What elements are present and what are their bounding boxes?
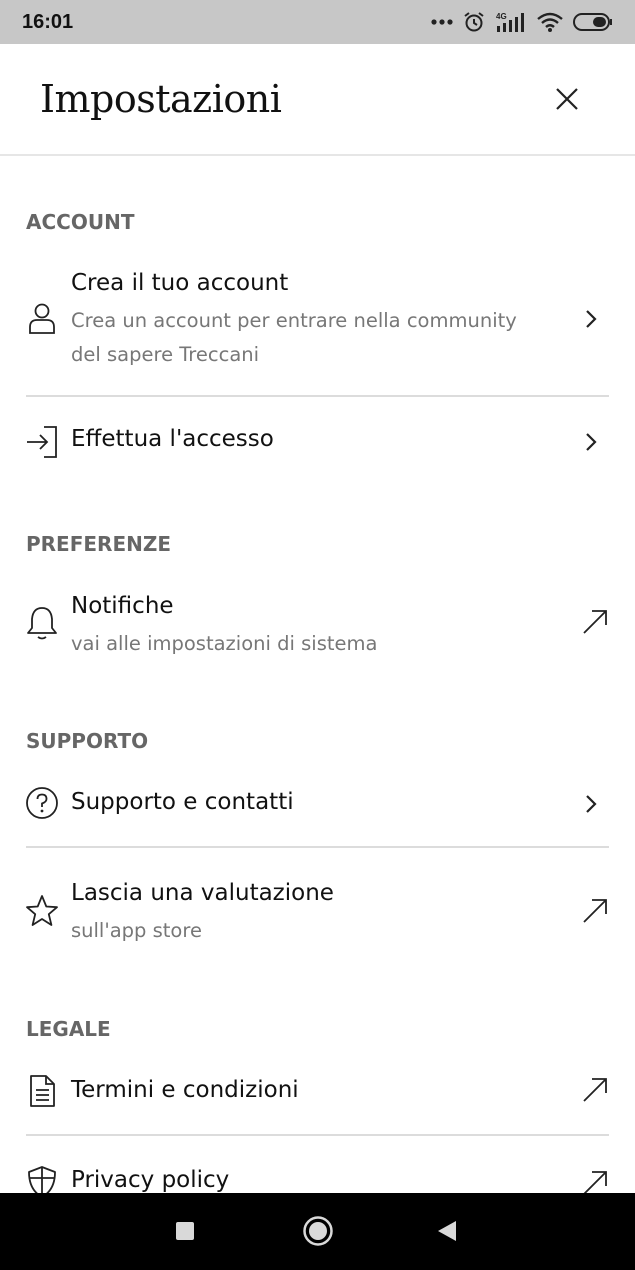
create-account-label: Crea il tuo account — [71, 270, 289, 296]
status-time: 16:01 — [22, 10, 74, 33]
notifications-item[interactable]: Notifiche vai alle impostazioni di siste… — [0, 585, 635, 675]
status-icons: 4G — [431, 11, 613, 33]
create-account-subtitle-line2: del sapere Treccani — [71, 343, 260, 366]
terms-item[interactable]: Termini e condizioni — [0, 1058, 635, 1134]
page-title: Impostazioni — [40, 77, 282, 121]
create-account-item[interactable]: Crea il tuo account Crea un account per … — [0, 262, 635, 394]
star-icon — [26, 895, 58, 926]
chevron-right-icon — [586, 433, 597, 451]
battery-icon — [573, 12, 613, 32]
section-heading-preferenze: PREFERENZE — [26, 532, 172, 556]
back-triangle-icon — [438, 1221, 456, 1241]
external-link-arrow-icon — [583, 1078, 607, 1102]
privacy-policy-label: Privacy policy — [71, 1167, 230, 1193]
alarm-icon — [463, 11, 485, 33]
settings-header: Impostazioni — [0, 44, 635, 156]
external-link-arrow-icon — [583, 1171, 607, 1193]
signal-4g-icon: 4G — [495, 11, 527, 33]
notifications-label: Notifiche — [71, 593, 174, 619]
more-dots-icon — [431, 18, 453, 26]
wifi-icon — [537, 12, 563, 32]
rate-app-label: Lascia una valutazione — [71, 880, 334, 906]
document-icon — [30, 1075, 55, 1107]
recents-button[interactable] — [172, 1218, 198, 1244]
system-navigation-bar — [0, 1193, 635, 1270]
close-button[interactable] — [552, 84, 582, 114]
chevron-right-icon — [586, 795, 597, 813]
support-contacts-item[interactable]: Supporto e contatti — [0, 770, 635, 846]
help-circle-icon — [26, 787, 58, 819]
section-heading-supporto: SUPPORTO — [26, 729, 149, 753]
network-label: 4G — [496, 12, 507, 21]
divider — [26, 395, 609, 397]
bell-icon — [27, 607, 57, 640]
create-account-subtitle-line1: Crea un account per entrare nella commun… — [71, 309, 517, 332]
rate-app-subtitle: sull'app store — [71, 919, 202, 942]
login-item[interactable]: Effettua l'accesso — [0, 398, 635, 488]
divider — [26, 846, 609, 848]
recents-square-icon — [176, 1222, 194, 1240]
login-label: Effettua l'accesso — [71, 426, 274, 452]
home-circle-icon — [303, 1216, 333, 1246]
terms-label: Termini e condizioni — [71, 1077, 299, 1103]
section-heading-account: ACCOUNT — [26, 210, 135, 234]
status-bar: 16:01 4G — [0, 0, 635, 44]
login-arrow-icon — [27, 426, 57, 458]
external-link-arrow-icon — [583, 610, 607, 634]
chevron-right-icon — [586, 310, 597, 328]
back-button[interactable] — [434, 1218, 460, 1244]
section-heading-legale: LEGALE — [26, 1017, 111, 1041]
privacy-policy-item[interactable]: Privacy policy — [0, 1148, 635, 1193]
close-icon — [556, 88, 578, 110]
external-link-arrow-icon — [583, 899, 607, 923]
support-contacts-label: Supporto e contatti — [71, 789, 294, 815]
notifications-subtitle: vai alle impostazioni di sistema — [71, 632, 378, 655]
home-button[interactable] — [302, 1215, 334, 1247]
user-icon — [29, 303, 55, 334]
rate-app-item[interactable]: Lascia una valutazione sull'app store — [0, 872, 635, 962]
shield-icon — [28, 1166, 56, 1193]
divider — [26, 1134, 609, 1136]
